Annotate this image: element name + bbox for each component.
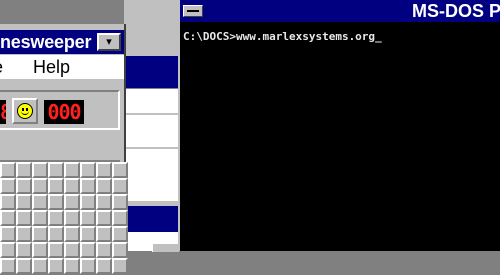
menu-game[interactable]: e xyxy=(0,57,3,78)
mine-cell[interactable] xyxy=(16,194,32,210)
command-text: C:\DOCS>www.marlexsystems.org xyxy=(183,30,376,43)
mine-cell[interactable] xyxy=(48,210,64,226)
mine-cell[interactable] xyxy=(32,242,48,258)
menu-help[interactable]: Help xyxy=(33,57,70,78)
mine-cell[interactable] xyxy=(48,178,64,194)
mine-cell[interactable] xyxy=(16,242,32,258)
mine-cell[interactable] xyxy=(80,178,96,194)
system-menu-button[interactable] xyxy=(183,5,203,17)
ms-dos-window: MS-DOS P C:\DOCS>www.marlexsystems.org_ xyxy=(178,0,500,251)
smiley-face-icon xyxy=(17,103,33,119)
background-window-titlebar[interactable] xyxy=(124,56,178,88)
mine-cell[interactable] xyxy=(16,210,32,226)
mine-cell[interactable] xyxy=(96,242,112,258)
background-window-titlebar-2[interactable] xyxy=(124,206,178,232)
mine-cell[interactable] xyxy=(0,194,16,210)
mine-cell[interactable] xyxy=(80,210,96,226)
mine-cell[interactable] xyxy=(16,258,32,274)
mine-cell[interactable] xyxy=(48,226,64,242)
mine-cell[interactable] xyxy=(112,226,128,242)
mine-cell[interactable] xyxy=(112,194,128,210)
mine-cell[interactable] xyxy=(48,194,64,210)
status-panel: 8 000 xyxy=(0,90,120,130)
mine-cell[interactable] xyxy=(0,178,16,194)
mine-cell[interactable] xyxy=(112,210,128,226)
mine-cell[interactable] xyxy=(0,242,16,258)
mine-cell[interactable] xyxy=(32,258,48,274)
mine-cell[interactable] xyxy=(96,178,112,194)
mine-cell[interactable] xyxy=(0,226,16,242)
mine-cell[interactable] xyxy=(96,258,112,274)
mine-cell[interactable] xyxy=(32,194,48,210)
mine-cell[interactable] xyxy=(112,162,128,178)
mine-cell[interactable] xyxy=(0,258,16,274)
minimize-button[interactable]: ▾ xyxy=(97,33,121,51)
mine-cell[interactable] xyxy=(16,162,32,178)
mine-counter: 8 xyxy=(0,100,6,124)
background-window-content xyxy=(124,88,178,201)
mine-cell[interactable] xyxy=(48,258,64,274)
mine-cell[interactable] xyxy=(64,258,80,274)
system-menu-icon xyxy=(187,10,199,12)
mine-cell[interactable] xyxy=(80,242,96,258)
mine-cell[interactable] xyxy=(96,210,112,226)
timer-display: 000 xyxy=(44,100,84,124)
ms-dos-titlebar[interactable]: MS-DOS P xyxy=(180,0,500,22)
window-title: MS-DOS P xyxy=(412,1,500,21)
new-game-button[interactable] xyxy=(12,98,38,124)
mine-cell[interactable] xyxy=(112,178,128,194)
menu-bar: e Help xyxy=(0,55,124,79)
window-title: nesweeper xyxy=(0,32,92,52)
mine-cell[interactable] xyxy=(80,258,96,274)
mine-cell[interactable] xyxy=(80,226,96,242)
mine-cell[interactable] xyxy=(96,226,112,242)
background-window xyxy=(124,0,179,252)
command-line[interactable]: C:\DOCS>www.marlexsystems.org_ xyxy=(183,30,382,43)
mine-cell[interactable] xyxy=(64,162,80,178)
mine-cell[interactable] xyxy=(64,226,80,242)
mine-cell[interactable] xyxy=(32,226,48,242)
mine-cell[interactable] xyxy=(32,162,48,178)
mine-cell[interactable] xyxy=(16,226,32,242)
mine-cell[interactable] xyxy=(0,162,16,178)
mine-cell[interactable] xyxy=(64,194,80,210)
chevron-down-icon: ▾ xyxy=(106,35,112,48)
minefield-grid xyxy=(0,160,128,275)
mine-cell[interactable] xyxy=(32,210,48,226)
mine-cell[interactable] xyxy=(48,242,64,258)
mine-cell[interactable] xyxy=(96,162,112,178)
mine-cell[interactable] xyxy=(96,194,112,210)
mine-cell[interactable] xyxy=(16,178,32,194)
mine-cell[interactable] xyxy=(48,162,64,178)
mine-cell[interactable] xyxy=(32,178,48,194)
mine-cell[interactable] xyxy=(0,210,16,226)
content-divider xyxy=(124,113,178,115)
mine-cell[interactable] xyxy=(80,194,96,210)
mine-cell[interactable] xyxy=(80,162,96,178)
mine-cell[interactable] xyxy=(112,258,128,274)
minesweeper-titlebar[interactable]: nesweeper ▾ xyxy=(0,30,124,54)
minesweeper-window: nesweeper ▾ e Help 8 000 xyxy=(0,24,128,274)
mine-cell[interactable] xyxy=(64,178,80,194)
mine-cell[interactable] xyxy=(64,210,80,226)
mine-cell[interactable] xyxy=(64,242,80,258)
content-divider xyxy=(124,147,178,149)
mine-cell[interactable] xyxy=(112,242,128,258)
text-cursor: _ xyxy=(375,30,382,43)
